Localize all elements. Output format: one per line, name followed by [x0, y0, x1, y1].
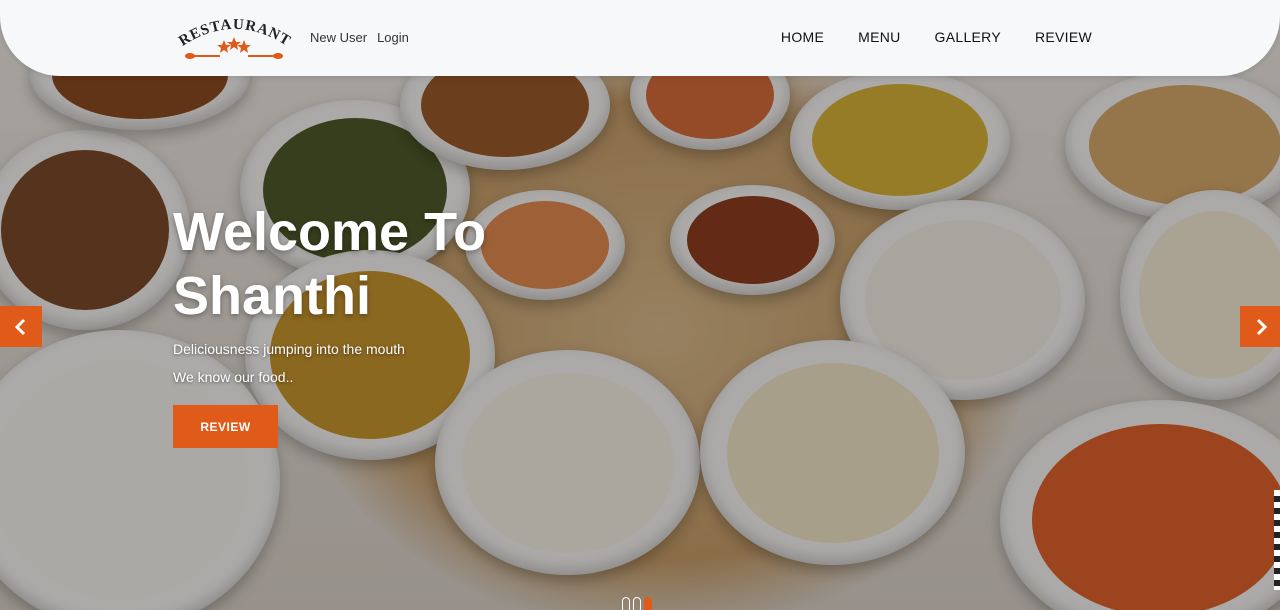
nav-item-home[interactable]: HOME — [781, 29, 824, 45]
hero-title: Welcome To Shanthi — [173, 200, 486, 328]
hero-subtitle-2: We know our food.. — [173, 369, 294, 385]
chevron-right-icon — [1256, 318, 1268, 335]
chevron-left-icon — [14, 318, 26, 335]
new-user-link[interactable]: New User — [310, 30, 367, 45]
review-button[interactable]: REVIEW — [173, 405, 278, 448]
page: RESTAURANT New User Login HOME MENU GALL… — [0, 0, 1280, 610]
restaurant-logo[interactable]: RESTAURANT — [172, 10, 296, 62]
login-link[interactable]: Login — [377, 30, 409, 45]
hero-title-line1: Welcome To — [173, 202, 487, 262]
hero-subtitle-1: Deliciousness jumping into the mouth — [173, 341, 405, 357]
carousel-indicator-3[interactable] — [644, 597, 652, 610]
cutlery-icon — [185, 53, 283, 59]
main-nav: HOME MENU GALLERY REVIEW — [781, 29, 1092, 45]
carousel-prev-button[interactable] — [0, 306, 42, 347]
hero-title-line2: Shanthi — [173, 266, 371, 326]
site-header: RESTAURANT New User Login HOME MENU GALL… — [0, 0, 1280, 76]
carousel-indicator-2[interactable] — [633, 597, 641, 610]
star-icon — [217, 37, 251, 53]
nav-item-gallery[interactable]: GALLERY — [935, 29, 1001, 45]
nav-item-menu[interactable]: MENU — [858, 29, 900, 45]
logo-graphic: RESTAURANT — [176, 17, 293, 59]
carousel-next-button[interactable] — [1240, 306, 1280, 347]
auth-links: New User Login — [310, 30, 409, 45]
side-widget-strip — [1274, 490, 1280, 590]
nav-item-review[interactable]: REVIEW — [1035, 29, 1092, 45]
carousel-indicators — [622, 597, 652, 610]
carousel-indicator-1[interactable] — [622, 597, 630, 610]
